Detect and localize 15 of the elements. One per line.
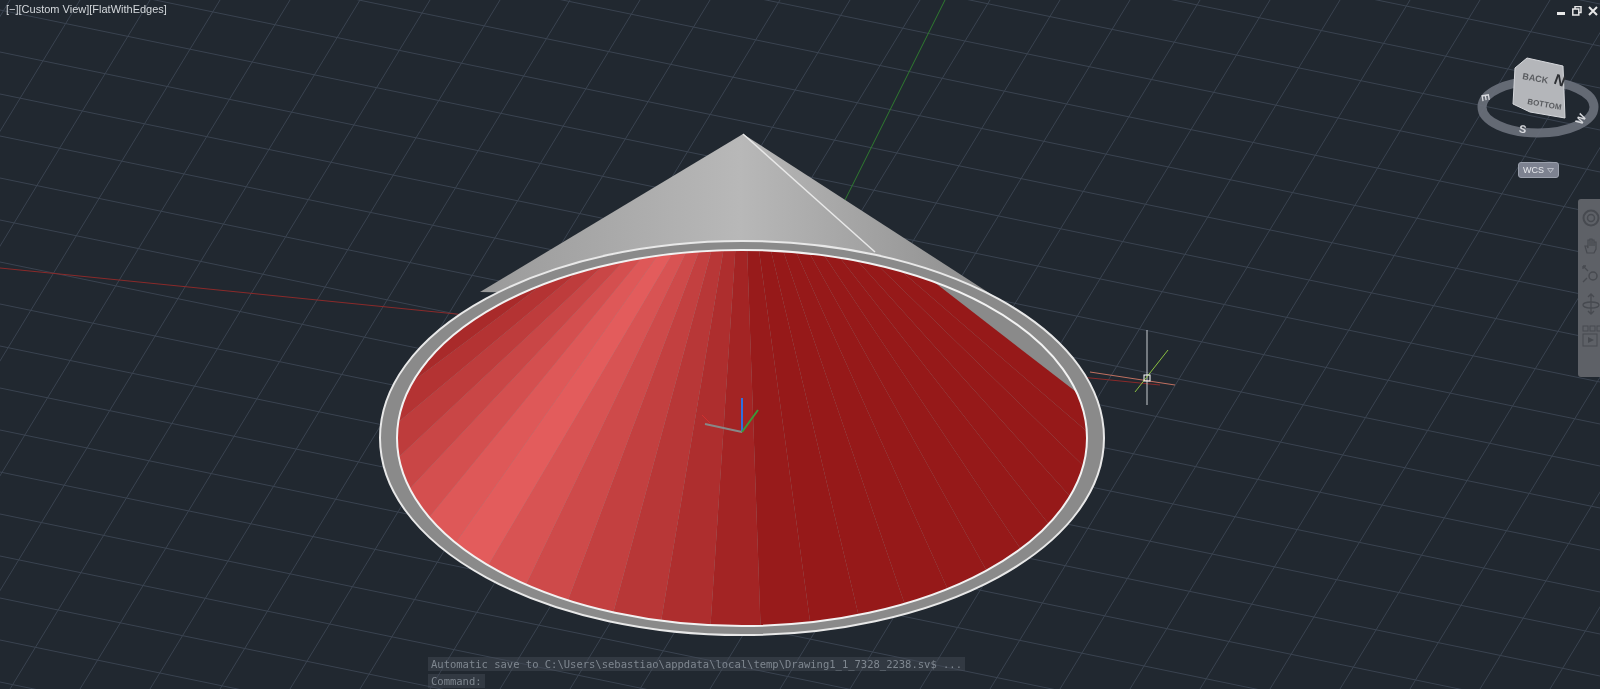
compass-letter[interactable]: W bbox=[1572, 111, 1589, 127]
viewport-label[interactable]: [−][Custom View][FlatWithEdges] bbox=[6, 3, 167, 15]
cube-face-label[interactable]: BACK bbox=[1521, 71, 1549, 86]
ucs-icon bbox=[701, 397, 759, 433]
compass-letter[interactable]: S bbox=[1518, 122, 1528, 136]
view-cube[interactable] bbox=[1512, 57, 1566, 119]
caret-icon bbox=[1547, 167, 1554, 173]
ucs-dropdown[interactable]: WCS bbox=[1518, 162, 1559, 178]
restore-icon[interactable] bbox=[1572, 6, 1582, 16]
close-icon[interactable] bbox=[1588, 6, 1598, 16]
command-prompt[interactable]: Command: bbox=[428, 674, 485, 688]
compass-letter[interactable]: N bbox=[1551, 70, 1568, 90]
crosshair-cursor-icon bbox=[1089, 329, 1176, 406]
cube-face-label[interactable]: BOTTOM bbox=[1526, 97, 1563, 112]
compass-letter[interactable]: E bbox=[1479, 92, 1493, 102]
